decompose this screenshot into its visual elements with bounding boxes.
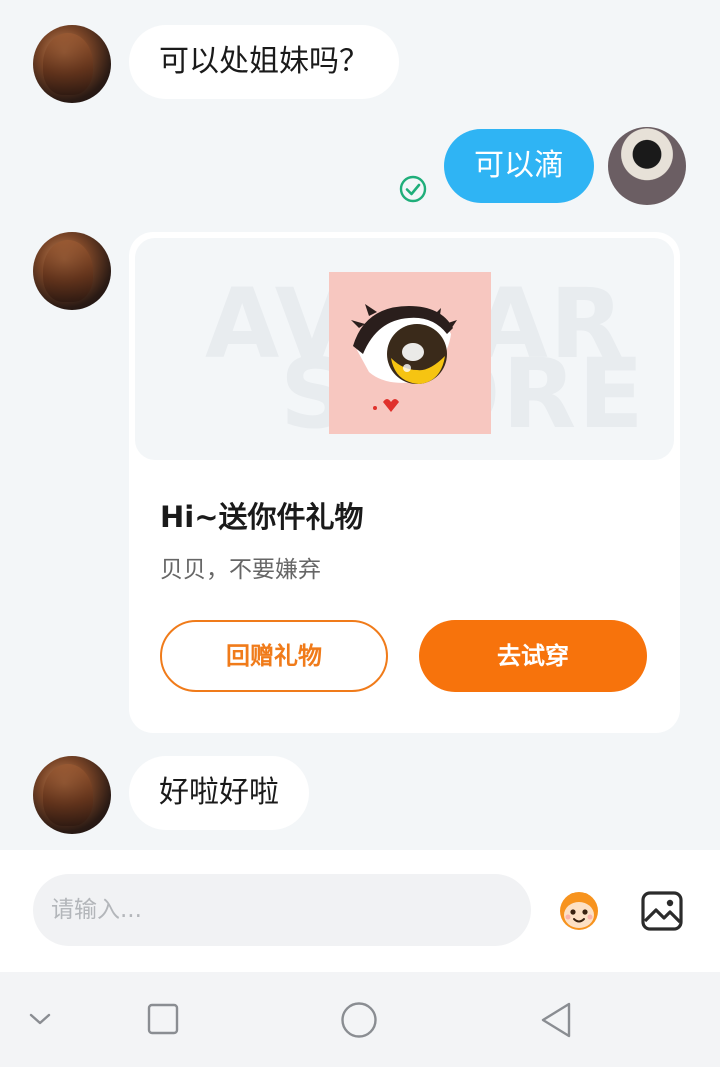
triangle-back-icon[interactable] — [539, 1001, 573, 1039]
image-icon[interactable] — [640, 890, 684, 932]
contact-avatar[interactable] — [33, 232, 111, 310]
square-recents-icon[interactable] — [147, 1003, 179, 1035]
my-avatar[interactable] — [608, 127, 686, 205]
message-bubble-outgoing[interactable]: 可以滴 — [444, 129, 594, 203]
circle-home-icon[interactable] — [340, 1001, 378, 1039]
message-bubble-incoming[interactable]: 可以处姐妹吗？ — [129, 25, 399, 99]
monkey-emoji-icon[interactable] — [556, 887, 602, 933]
contact-avatar[interactable] — [33, 25, 111, 103]
gift-card[interactable]: AVATAR STORE Hi~送你件礼物 贝贝，不要嫌弃 回赠礼物 去试穿 — [129, 232, 680, 733]
message-composer: 请输入... — [0, 850, 720, 972]
try-on-button[interactable]: 去试穿 — [419, 620, 647, 692]
contact-avatar[interactable] — [33, 756, 111, 834]
chevron-down-icon[interactable] — [28, 1010, 52, 1028]
system-navigation-bar — [0, 972, 720, 1067]
gift-item-image — [329, 272, 491, 434]
message-bubble-incoming[interactable]: 好啦好啦 — [129, 756, 309, 830]
return-gift-button[interactable]: 回赠礼物 — [160, 620, 388, 692]
gift-card-subtitle: 贝贝，不要嫌弃 — [160, 557, 321, 583]
gift-card-title: Hi~送你件礼物 — [160, 500, 364, 534]
check-circle-icon — [399, 175, 427, 203]
eye-icon — [351, 304, 457, 412]
gift-image-area[interactable]: AVATAR STORE — [135, 238, 674, 460]
chat-thread[interactable]: 可以处姐妹吗？ 可以滴 AVATAR STORE — [0, 0, 720, 850]
message-input[interactable]: 请输入... — [33, 874, 531, 946]
